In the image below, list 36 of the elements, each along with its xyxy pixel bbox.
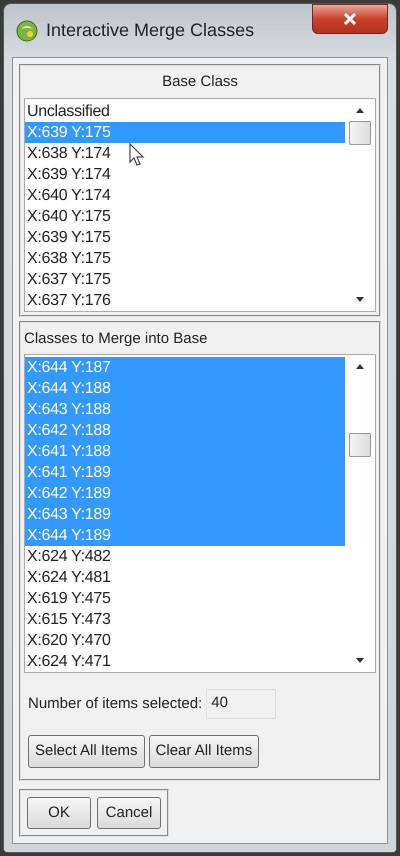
close-button[interactable] bbox=[312, 4, 388, 34]
window-title: Interactive Merge Classes bbox=[46, 19, 254, 42]
list-item[interactable]: X:624 Y:481 bbox=[25, 567, 345, 588]
select-all-button[interactable]: Select All Items bbox=[28, 735, 145, 768]
list-item[interactable]: X:620 Y:470 bbox=[25, 630, 345, 651]
scroll-up-icon[interactable] bbox=[356, 363, 364, 369]
scroll-down-icon[interactable] bbox=[356, 658, 364, 664]
list-item[interactable]: X:639 Y:174 bbox=[25, 164, 345, 184]
mouse-cursor-icon bbox=[129, 142, 145, 166]
list-item[interactable]: X:637 Y:176 bbox=[25, 290, 345, 310]
list-item[interactable]: X:639 Y:175 bbox=[25, 226, 345, 248]
close-icon bbox=[344, 13, 356, 25]
list-item[interactable]: X:624 Y:482 bbox=[25, 546, 345, 567]
scrollbar-thumb[interactable] bbox=[349, 120, 371, 144]
panel-title: Base Class bbox=[161, 72, 239, 92]
merge-classes-list[interactable]: X:644 Y:187 X:644 Y:188 X:643 Y:188 X:642 Y:188 X:641 Y:188 X:641 Y:189 X:642 Y:189 X:643 Y:189 X:644 Y:189 X:624 Y:482 X:624 Y:481 X:619 Y:475 X:615 Y:473 X:620 Y:470 X:624 Y:471 bbox=[24, 354, 376, 673]
list-item[interactable]: X:624 Y:471 bbox=[25, 651, 345, 672]
base-class-list[interactable]: Unclassified X:639 Y:175 X:638 Y:174 X:639 Y:174 X:640 Y:174 X:640 Y:175 X:639 Y:175 X:638 Y:175 X:637 Y:175 X:637 Y:176 bbox=[24, 98, 376, 312]
count-label: Number of items selected: bbox=[28, 694, 202, 714]
list-item[interactable]: X:638 Y:174 bbox=[25, 142, 345, 164]
cancel-button[interactable]: Cancel bbox=[97, 796, 161, 829]
list-item[interactable]: X:640 Y:175 bbox=[25, 206, 345, 226]
panel-title: Classes to Merge into Base bbox=[24, 328, 208, 348]
scroll-down-icon[interactable] bbox=[356, 296, 364, 302]
clear-all-button[interactable]: Clear All Items bbox=[148, 735, 260, 768]
list-item[interactable]: X:615 Y:473 bbox=[25, 609, 345, 630]
scroll-up-icon[interactable] bbox=[356, 106, 364, 112]
list-item[interactable]: X:619 Y:475 bbox=[25, 588, 345, 609]
list-item[interactable]: X:640 Y:174 bbox=[25, 184, 345, 206]
app-icon bbox=[16, 20, 38, 42]
count-field: 40 bbox=[206, 689, 276, 719]
list-item[interactable]: X:637 Y:175 bbox=[25, 268, 345, 290]
ok-button[interactable]: OK bbox=[27, 796, 91, 829]
scrollbar-thumb[interactable] bbox=[349, 433, 371, 457]
list-item[interactable]: Unclassified bbox=[25, 100, 345, 122]
list-item[interactable]: X:638 Y:175 bbox=[25, 248, 345, 268]
